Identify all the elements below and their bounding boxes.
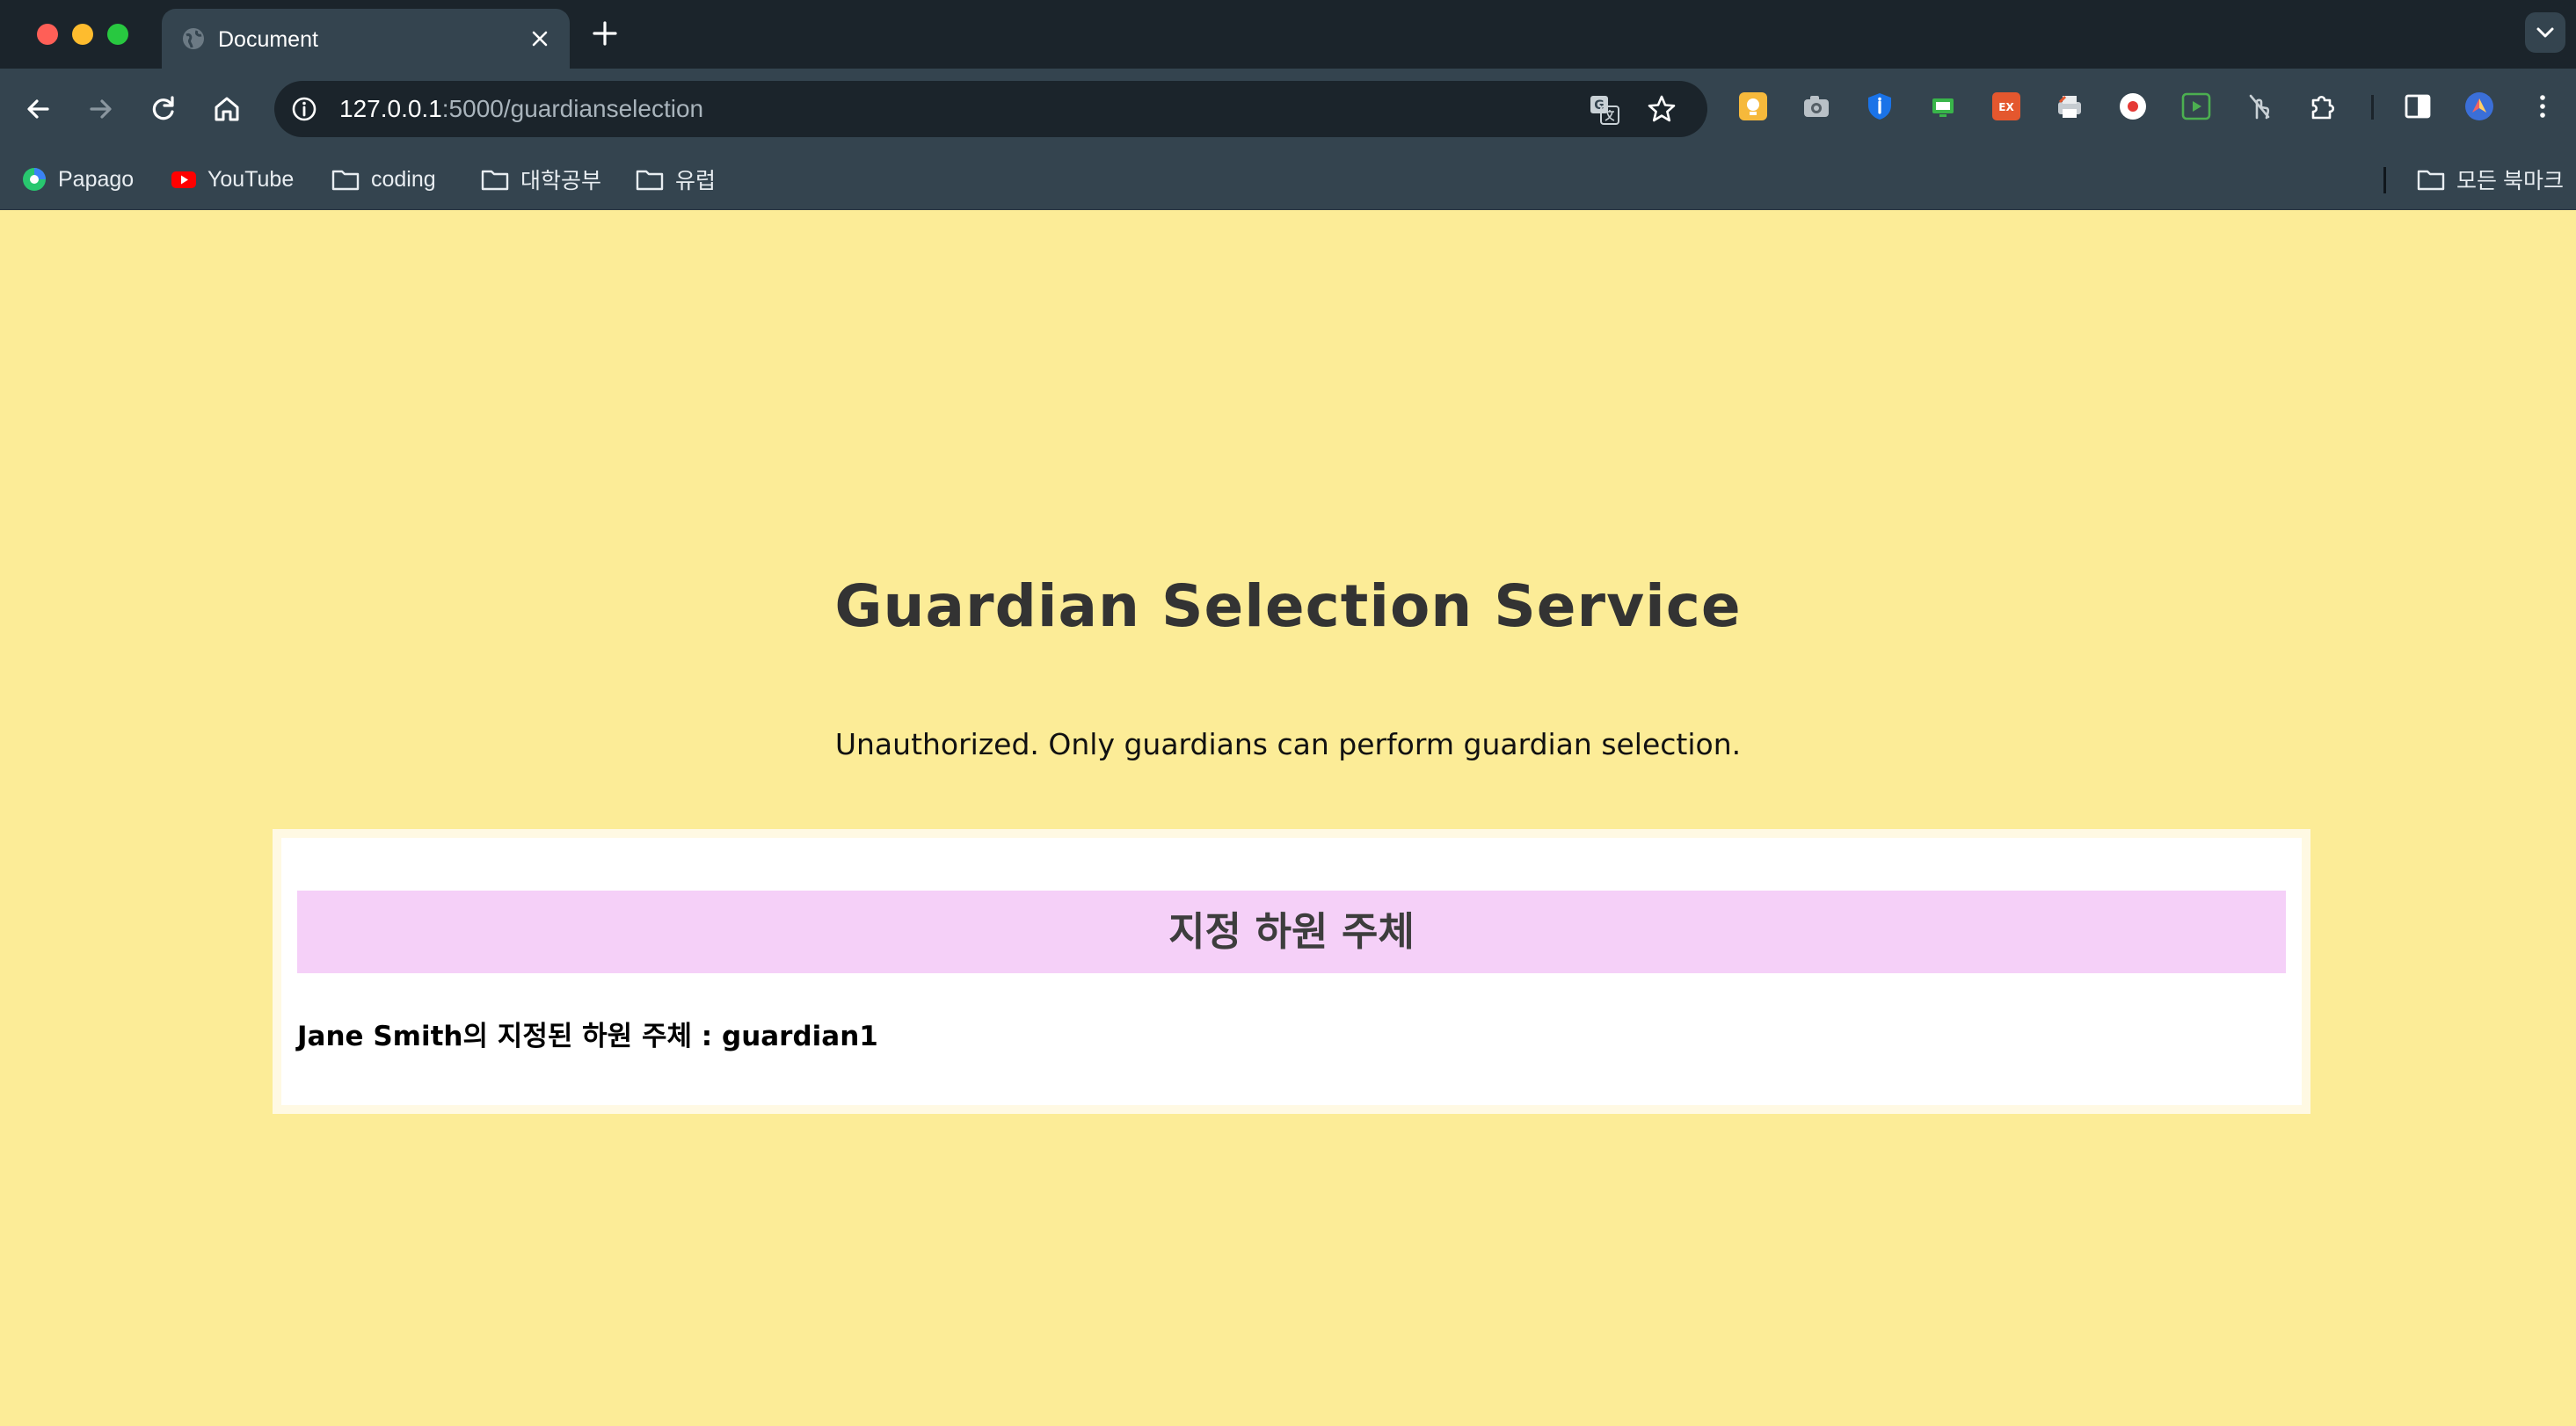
- url-host: 127.0.0.1: [339, 95, 442, 122]
- bookmark-folder-coding[interactable]: coding: [331, 164, 436, 195]
- tab-document[interactable]: Document: [162, 9, 570, 69]
- window-minimize-button[interactable]: [72, 24, 93, 45]
- bookmarks-separator: [2383, 167, 2386, 193]
- puzzle-icon[interactable]: [2308, 91, 2338, 121]
- site-info-icon[interactable]: [290, 95, 318, 123]
- back-icon[interactable]: [19, 90, 58, 128]
- tab-search-button[interactable]: [2525, 12, 2565, 53]
- assigned-guardian-text: Jane Smith의 지정된 하원 주체 : guardian1: [297, 1021, 878, 1052]
- bookmark-label: YouTube: [207, 166, 295, 192]
- all-bookmarks-label: 모든 북마크: [2456, 169, 2564, 193]
- youtube-icon: [171, 171, 196, 188]
- close-icon[interactable]: [526, 25, 554, 53]
- browser-window: Document 127.0.0.1:5000/guardianselectio…: [0, 0, 2576, 1426]
- shield-info-icon[interactable]: [1865, 91, 1895, 121]
- new-tab-icon[interactable]: [589, 18, 621, 49]
- window-maximize-button[interactable]: [107, 24, 128, 45]
- play-icon[interactable]: [2181, 91, 2211, 121]
- svg-text:EX: EX: [1998, 101, 2014, 113]
- url-path: :5000/guardianselection: [441, 95, 704, 122]
- folder-icon: [481, 170, 509, 191]
- url-text[interactable]: 127.0.0.1:5000/guardianselection: [339, 95, 703, 123]
- bookmark-folder-university[interactable]: 대학공부: [480, 164, 601, 195]
- bookmark-youtube[interactable]: YouTube: [171, 164, 294, 195]
- home-icon[interactable]: [207, 90, 246, 128]
- bookmark-label: 유럽: [675, 169, 717, 193]
- bookmark-label: Papago: [58, 166, 135, 192]
- unauthorized-message: Unauthorized. Only guardians can perform…: [834, 727, 1742, 761]
- page-content: Guardian Selection Service Unauthorized.…: [0, 210, 2576, 1426]
- reload-icon[interactable]: [144, 90, 183, 128]
- guardian-card: 지정 하원 주체 Jane Smith의 지정된 하원 주체 : guardia…: [273, 829, 2310, 1114]
- touch-icon[interactable]: [2245, 91, 2274, 121]
- ex-icon[interactable]: EX: [1991, 91, 2021, 121]
- card-header: 지정 하원 주체: [297, 891, 2286, 973]
- bookmark-folder-europe[interactable]: 유럽: [635, 164, 716, 195]
- globe-icon: [183, 28, 204, 49]
- record-icon[interactable]: [2118, 91, 2148, 121]
- toolbar-divider: [2371, 95, 2374, 120]
- forward-icon[interactable]: [81, 90, 120, 128]
- window-close-button[interactable]: [37, 24, 58, 45]
- bookmark-star-icon[interactable]: [1646, 93, 1677, 125]
- chevron-down-icon: [2536, 27, 2554, 38]
- papago-icon: [23, 168, 46, 191]
- bookmark-label: coding: [371, 166, 436, 192]
- profile-icon[interactable]: [2464, 91, 2494, 121]
- menu-icon[interactable]: [2528, 91, 2558, 121]
- tab-strip: Document: [0, 0, 2576, 69]
- keep-icon[interactable]: [1738, 91, 1768, 121]
- screen-icon[interactable]: [1928, 91, 1958, 121]
- folder-icon: [331, 170, 360, 191]
- svg-text:G: G: [1594, 98, 1605, 113]
- page-title: Guardian Selection Service: [834, 572, 1742, 640]
- bookmark-papago[interactable]: Papago: [21, 164, 134, 195]
- sidebar-icon[interactable]: [2403, 91, 2433, 121]
- printer-icon[interactable]: [2055, 91, 2085, 121]
- bookmark-label: 대학공부: [520, 169, 602, 193]
- folder-icon: [636, 170, 664, 191]
- camera-icon[interactable]: [1801, 91, 1831, 121]
- folder-icon: [2417, 170, 2445, 191]
- address-bar[interactable]: 127.0.0.1:5000/guardianselection G: [274, 81, 1707, 137]
- all-bookmarks-folder[interactable]: 모든 북마크: [2416, 164, 2564, 195]
- translate-icon[interactable]: G: [1588, 93, 1621, 127]
- tab-title: Document: [218, 27, 318, 52]
- bookmarks-bar: Papago YouTube coding 대학공부 유럽 모든 북마크: [0, 149, 2576, 210]
